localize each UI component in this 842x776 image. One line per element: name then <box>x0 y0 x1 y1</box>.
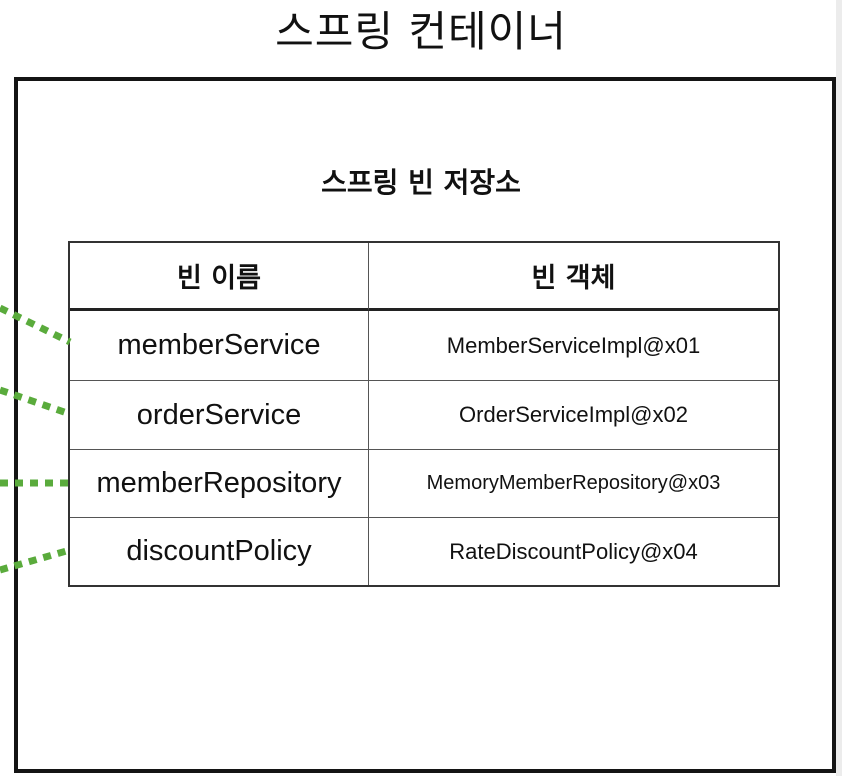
right-edge-strip <box>836 0 842 776</box>
bean-name-header: 빈 이름 <box>70 243 369 311</box>
bean-name-cell: memberService <box>70 311 369 381</box>
bean-name-cell: memberRepository <box>70 450 369 518</box>
container-title: 스프링 컨테이너 <box>275 7 567 56</box>
bean-name-cell: orderService <box>70 381 369 450</box>
bean-object-cell: RateDiscountPolicy@x04 <box>449 538 698 564</box>
bean-object-cell: OrderServiceImpl@x02 <box>369 381 778 450</box>
bean-name-cell: discountPolicy <box>70 518 369 585</box>
bean-table: 빈 이름 빈 객체 memberService MemberServiceImp… <box>68 241 780 587</box>
bean-object-cell: MemberServiceImpl@x01 <box>369 311 778 381</box>
bean-object-header: 빈 객체 <box>369 243 778 311</box>
bean-object-cell: MemoryMemberRepository@x03 <box>369 450 778 518</box>
bean-repository-title: 스프링 빈 저장소 <box>321 166 521 199</box>
